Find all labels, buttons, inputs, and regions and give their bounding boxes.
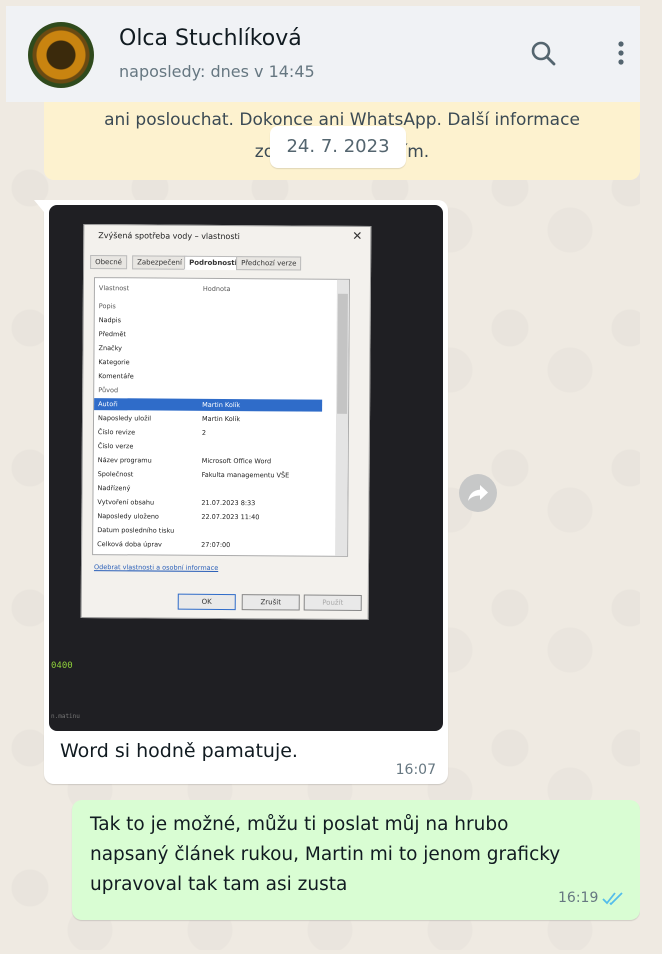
double-check-icon xyxy=(602,892,623,906)
property-key: Celková doba úprav xyxy=(97,540,162,549)
message-text-line: Tak to je možné, můžu ti poslat můj na h… xyxy=(90,814,509,835)
property-row: Komentáře xyxy=(94,370,322,384)
column-header: Vlastnost xyxy=(98,284,130,293)
property-key: Předmět xyxy=(98,330,126,339)
search-button[interactable] xyxy=(526,36,562,72)
outgoing-message[interactable]: Tak to je možné, můžu ti poslat můj na h… xyxy=(72,800,640,920)
property-key: Popis xyxy=(98,302,116,311)
property-key: Nadpis xyxy=(98,316,122,325)
property-row: Datum posledního tisku xyxy=(93,524,321,538)
property-row: Značky xyxy=(94,342,322,356)
dialog-tab: Předchozí verze xyxy=(236,256,302,271)
avatar[interactable] xyxy=(28,22,94,88)
ok-button: OK xyxy=(177,593,236,611)
property-value: 27:07:00 xyxy=(201,540,231,550)
more-vertical-icon xyxy=(618,41,624,65)
property-row: Název programu Microsoft Office Word xyxy=(94,454,322,468)
message-caption: Word si hodně pamatuje. xyxy=(60,740,298,762)
property-value: Microsoft Office Word xyxy=(201,456,272,466)
message-time: 16:19 xyxy=(558,890,599,906)
dialog-tab: Zabezpečení xyxy=(132,255,187,270)
property-key: Značky xyxy=(98,344,123,353)
property-row: Nadřízený xyxy=(93,482,321,496)
property-key: Naposledy uložil xyxy=(97,414,152,423)
cancel-button: Zrušit xyxy=(241,594,300,611)
menu-button[interactable] xyxy=(609,36,633,72)
message-photo[interactable]: Zvýšená spotřeba vody – vlastnosti ✕ Obe… xyxy=(49,205,443,731)
property-key: Komentáře xyxy=(98,372,134,381)
dialog-close-icon: ✕ xyxy=(352,228,363,243)
property-key: Vytvoření obsahu xyxy=(97,498,155,507)
property-row: Popis xyxy=(95,300,323,314)
property-row: Původ xyxy=(94,384,322,398)
message-text-line: napsaný článek rukou, Martin mi to jenom… xyxy=(90,844,561,865)
property-key: Naposledy uloženo xyxy=(97,512,159,521)
property-row: Celková doba úprav 27:07:00 xyxy=(93,538,321,552)
property-row: Společnost Fakulta managementu VŠE xyxy=(94,468,322,482)
property-value: Martin Kolík xyxy=(201,414,241,424)
property-key: Datum posledního tisku xyxy=(97,526,175,535)
photo-green-text: 0400 xyxy=(51,661,73,671)
property-value: Fakulta managementu VŠE xyxy=(201,470,290,480)
apply-button: Použít xyxy=(303,594,362,611)
property-row: Číslo verze xyxy=(94,440,322,454)
chat-window: Olca Stuchlíková naposledy: dnes v 14:45… xyxy=(6,6,640,950)
property-row: Číslo revize 2 xyxy=(94,426,322,440)
property-key: Nadřízený xyxy=(97,484,131,493)
property-value: 2 xyxy=(201,428,207,437)
message-text-line: upravoval tak tam asi zusta xyxy=(90,874,348,895)
property-key: Kategorie xyxy=(98,358,130,367)
properties-header: Vlastnost Hodnota xyxy=(95,282,323,296)
property-key: Autoři xyxy=(98,400,118,409)
incoming-message[interactable]: Zvýšená spotřeba vody – vlastnosti ✕ Obe… xyxy=(34,200,448,784)
photo-tiny-text: n.matinu xyxy=(51,713,80,720)
property-key: Číslo verze xyxy=(97,442,134,451)
forward-icon xyxy=(468,485,488,501)
date-separator: 24. 7. 2023 xyxy=(270,126,406,168)
property-key: Číslo revize xyxy=(97,428,136,437)
property-key: Původ xyxy=(98,386,119,395)
property-key: Název programu xyxy=(97,456,152,465)
property-row: Předmět xyxy=(95,328,323,342)
property-key: Společnost xyxy=(97,470,134,479)
property-row: Nadpis xyxy=(95,314,323,328)
contact-last-seen: naposledy: dnes v 14:45 xyxy=(119,62,315,81)
property-row: Naposledy uloženo 22.07.2023 11:40 xyxy=(93,510,321,524)
properties-table: Vlastnost Hodnota Popis Nadpis Předmět Znač… xyxy=(92,277,351,557)
property-value: 21.07.2023 8:33 xyxy=(201,498,256,508)
dialog-title: Zvýšená spotřeba vody – vlastnosti xyxy=(98,231,240,242)
properties-dialog: Zvýšená spotřeba vody – vlastnosti ✕ Obe… xyxy=(80,223,372,621)
property-row: Autoři Martin Kolík xyxy=(94,398,323,412)
dialog-tab: Obecné xyxy=(90,255,128,270)
column-header: Hodnota xyxy=(202,284,231,294)
dialog-tab: Podrobnosti xyxy=(184,255,243,271)
property-value: 22.07.2023 11:40 xyxy=(201,512,260,522)
property-row: Kategorie xyxy=(94,356,322,370)
forward-button[interactable] xyxy=(459,474,497,512)
message-time: 16:07 xyxy=(395,762,436,778)
contact-name[interactable]: Olca Stuchlíková xyxy=(119,26,302,51)
remove-properties-link: Odebrat vlastnosti a osobní informace xyxy=(93,563,219,572)
scrollbar xyxy=(335,279,349,556)
search-icon xyxy=(531,41,556,66)
property-row: Vytvoření obsahu 21.07.2023 8:33 xyxy=(93,496,321,510)
property-row: Naposledy uložil Martin Kolík xyxy=(94,412,322,426)
property-value: Martin Kolík xyxy=(202,400,241,410)
chat-header[interactable]: Olca Stuchlíková naposledy: dnes v 14:45 xyxy=(6,6,640,102)
